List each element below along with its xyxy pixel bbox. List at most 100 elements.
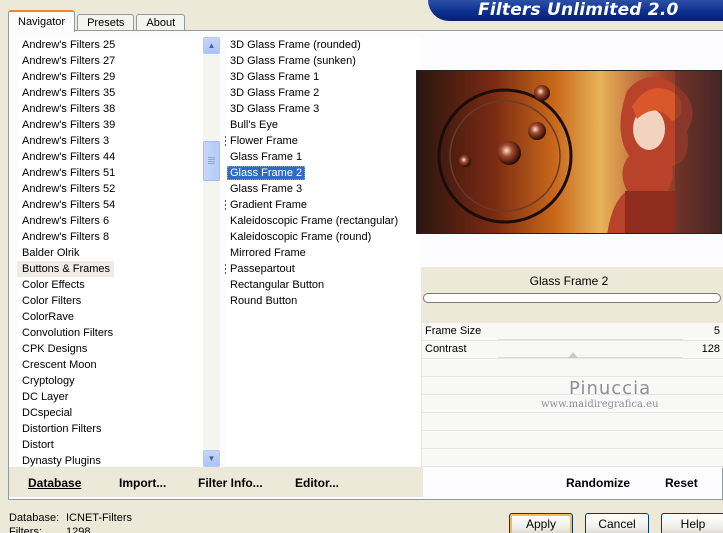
category-item[interactable]: Andrew's Filters 3 <box>17 133 113 149</box>
param-label: Contrast <box>425 343 467 355</box>
category-item[interactable]: Andrew's Filters 51 <box>17 165 119 181</box>
category-item[interactable]: Andrew's Filters 25 <box>17 37 119 53</box>
database-label: Database: <box>9 512 60 524</box>
filter-item[interactable]: Bull's Eye <box>225 117 425 133</box>
tab-bar: Navigator Presets About <box>8 9 187 32</box>
randomize-button[interactable]: Randomize <box>566 476 630 490</box>
category-item[interactable]: DCspecial <box>17 405 76 421</box>
database-value: ICNET-Filters <box>66 512 132 524</box>
import-button[interactable]: Import... <box>119 476 166 490</box>
filter-list[interactable]: 3D Glass Frame (rounded) 3D Glass Frame (… <box>225 37 425 467</box>
category-item[interactable]: Color Filters <box>17 293 85 309</box>
category-item[interactable]: Andrew's Filters 39 <box>17 117 119 133</box>
category-item[interactable]: Andrew's Filters 54 <box>17 197 119 213</box>
filter-item-label: 3D Glass Frame (rounded) <box>230 39 361 51</box>
filter-item[interactable]: Round Button <box>225 293 425 309</box>
category-item[interactable]: Andrew's Filters 38 <box>17 101 119 117</box>
filter-item-label: Glass Frame 1 <box>230 151 303 163</box>
category-item[interactable]: Distortion Filters <box>17 421 105 437</box>
apply-button[interactable]: Apply <box>509 513 573 533</box>
filter-item[interactable]: 3D Glass Frame (sunken) <box>225 53 425 69</box>
filter-item[interactable]: Gradient Frame <box>225 197 425 213</box>
filter-item-label: Passepartout <box>230 263 295 275</box>
param-row-empty <box>422 449 723 467</box>
filters-label: Filters: <box>9 526 42 533</box>
category-item[interactable]: DC Layer <box>17 389 72 405</box>
filter-item[interactable]: 3D Glass Frame 2 <box>225 85 425 101</box>
category-item[interactable]: Convolution Filters <box>17 325 117 341</box>
slider-track[interactable] <box>498 339 683 340</box>
tab-about[interactable]: About <box>136 14 186 31</box>
filter-item[interactable]: Glass Frame 3 <box>225 181 425 197</box>
filter-item[interactable]: 3D Glass Frame 3 <box>225 101 425 117</box>
watermark-name: Pinuccia <box>569 378 652 399</box>
category-item[interactable]: Andrew's Filters 52 <box>17 181 119 197</box>
selected-filter-title: Glass Frame 2 <box>529 274 609 288</box>
footer-info: Database: ICNET-Filters Filters: 1298 <box>9 511 132 533</box>
category-item[interactable]: Crescent Moon <box>17 357 101 373</box>
category-item[interactable]: Andrew's Filters 6 <box>17 213 113 229</box>
param-value: 128 <box>701 343 720 355</box>
filter-item-label: Flower Frame <box>230 135 298 147</box>
category-item[interactable]: Color Effects <box>17 277 89 293</box>
category-item[interactable]: CPK Designs <box>17 341 91 357</box>
editor-button[interactable]: Editor... <box>295 476 339 490</box>
filter-item[interactable]: Glass Frame 1 <box>225 149 425 165</box>
param-row-empty <box>422 431 723 449</box>
filter-item[interactable]: 3D Glass Frame 1 <box>225 69 425 85</box>
multi-filter-marker-icon <box>225 136 226 146</box>
category-item[interactable]: Distort <box>17 437 58 453</box>
filter-item[interactable]: Mirrored Frame <box>225 245 425 261</box>
reset-button[interactable]: Reset <box>665 476 698 490</box>
filter-item-label: Glass Frame 3 <box>230 183 303 195</box>
category-item[interactable]: Balder Olrik <box>17 245 83 261</box>
category-item[interactable]: Andrew's Filters 29 <box>17 69 119 85</box>
filter-item-label: Rectangular Button <box>230 279 325 291</box>
category-scrollbar[interactable]: ▲ ▼ <box>203 37 220 467</box>
param-row-contrast[interactable]: Contrast 128 <box>422 341 723 359</box>
tab-navigator[interactable]: Navigator <box>8 10 76 32</box>
category-item[interactable]: Andrew's Filters 35 <box>17 85 119 101</box>
filter-item-label: Bull's Eye <box>230 119 278 131</box>
category-item[interactable]: Andrew's Filters 44 <box>17 149 119 165</box>
param-row-empty <box>422 413 723 431</box>
category-item[interactable]: Andrew's Filters 8 <box>17 229 113 245</box>
category-list[interactable]: Andrew's Filters 25 Andrew's Filters 27 An… <box>17 37 203 467</box>
watermark-url: www.maidiregrafica.eu <box>541 399 659 410</box>
filter-item[interactable]: Kaleidoscopic Frame (rectangular) <box>225 213 425 229</box>
database-button[interactable]: Database <box>28 476 81 490</box>
category-item[interactable]: Dynasty Plugins <box>17 453 105 467</box>
slider-thumb[interactable] <box>568 352 578 358</box>
filter-item-label: Gradient Frame <box>230 199 308 211</box>
filter-item[interactable]: 3D Glass Frame (rounded) <box>225 37 425 53</box>
slider-track[interactable] <box>498 357 683 358</box>
filter-item[interactable]: Flower Frame <box>225 133 425 149</box>
param-row-frame-size[interactable]: Frame Size 5 <box>422 323 723 341</box>
category-item[interactable]: Buttons & Frames <box>17 261 115 277</box>
filter-item[interactable]: Kaleidoscopic Frame (round) <box>225 229 425 245</box>
help-button[interactable]: Help <box>661 513 723 533</box>
category-item[interactable]: Andrew's Filters 27 <box>17 53 119 69</box>
scroll-down-arrow-icon[interactable]: ▼ <box>203 450 220 467</box>
app-banner: Filters Unlimited 2.0 <box>428 0 723 21</box>
filter-item[interactable]: Passepartout <box>225 261 425 277</box>
param-value: 5 <box>713 325 720 337</box>
filters-count: 1298 <box>66 526 91 533</box>
param-label: Frame Size <box>425 325 482 337</box>
multi-filter-marker-icon <box>225 264 226 274</box>
filter-item-label: Kaleidoscopic Frame (round) <box>230 231 372 243</box>
category-item[interactable]: ColorRave <box>17 309 78 325</box>
category-item[interactable]: Cryptology <box>17 373 79 389</box>
filter-item[interactable]: Rectangular Button <box>225 277 425 293</box>
cancel-button[interactable]: Cancel <box>585 513 649 533</box>
filter-item-label: 3D Glass Frame 3 <box>230 103 320 115</box>
scroll-up-arrow-icon[interactable]: ▲ <box>203 37 220 54</box>
tab-presets[interactable]: Presets <box>77 14 135 31</box>
watermark: Pinuccia www.maidiregrafica.eu <box>541 378 711 410</box>
scroll-thumb[interactable] <box>203 141 220 181</box>
filter-item-label: Round Button <box>230 295 298 307</box>
param-row-empty <box>422 359 723 377</box>
filter-item-label: 3D Glass Frame 1 <box>230 71 320 83</box>
filter-info-button[interactable]: Filter Info... <box>198 476 263 490</box>
filter-item[interactable]: Glass Frame 2 <box>225 165 425 181</box>
